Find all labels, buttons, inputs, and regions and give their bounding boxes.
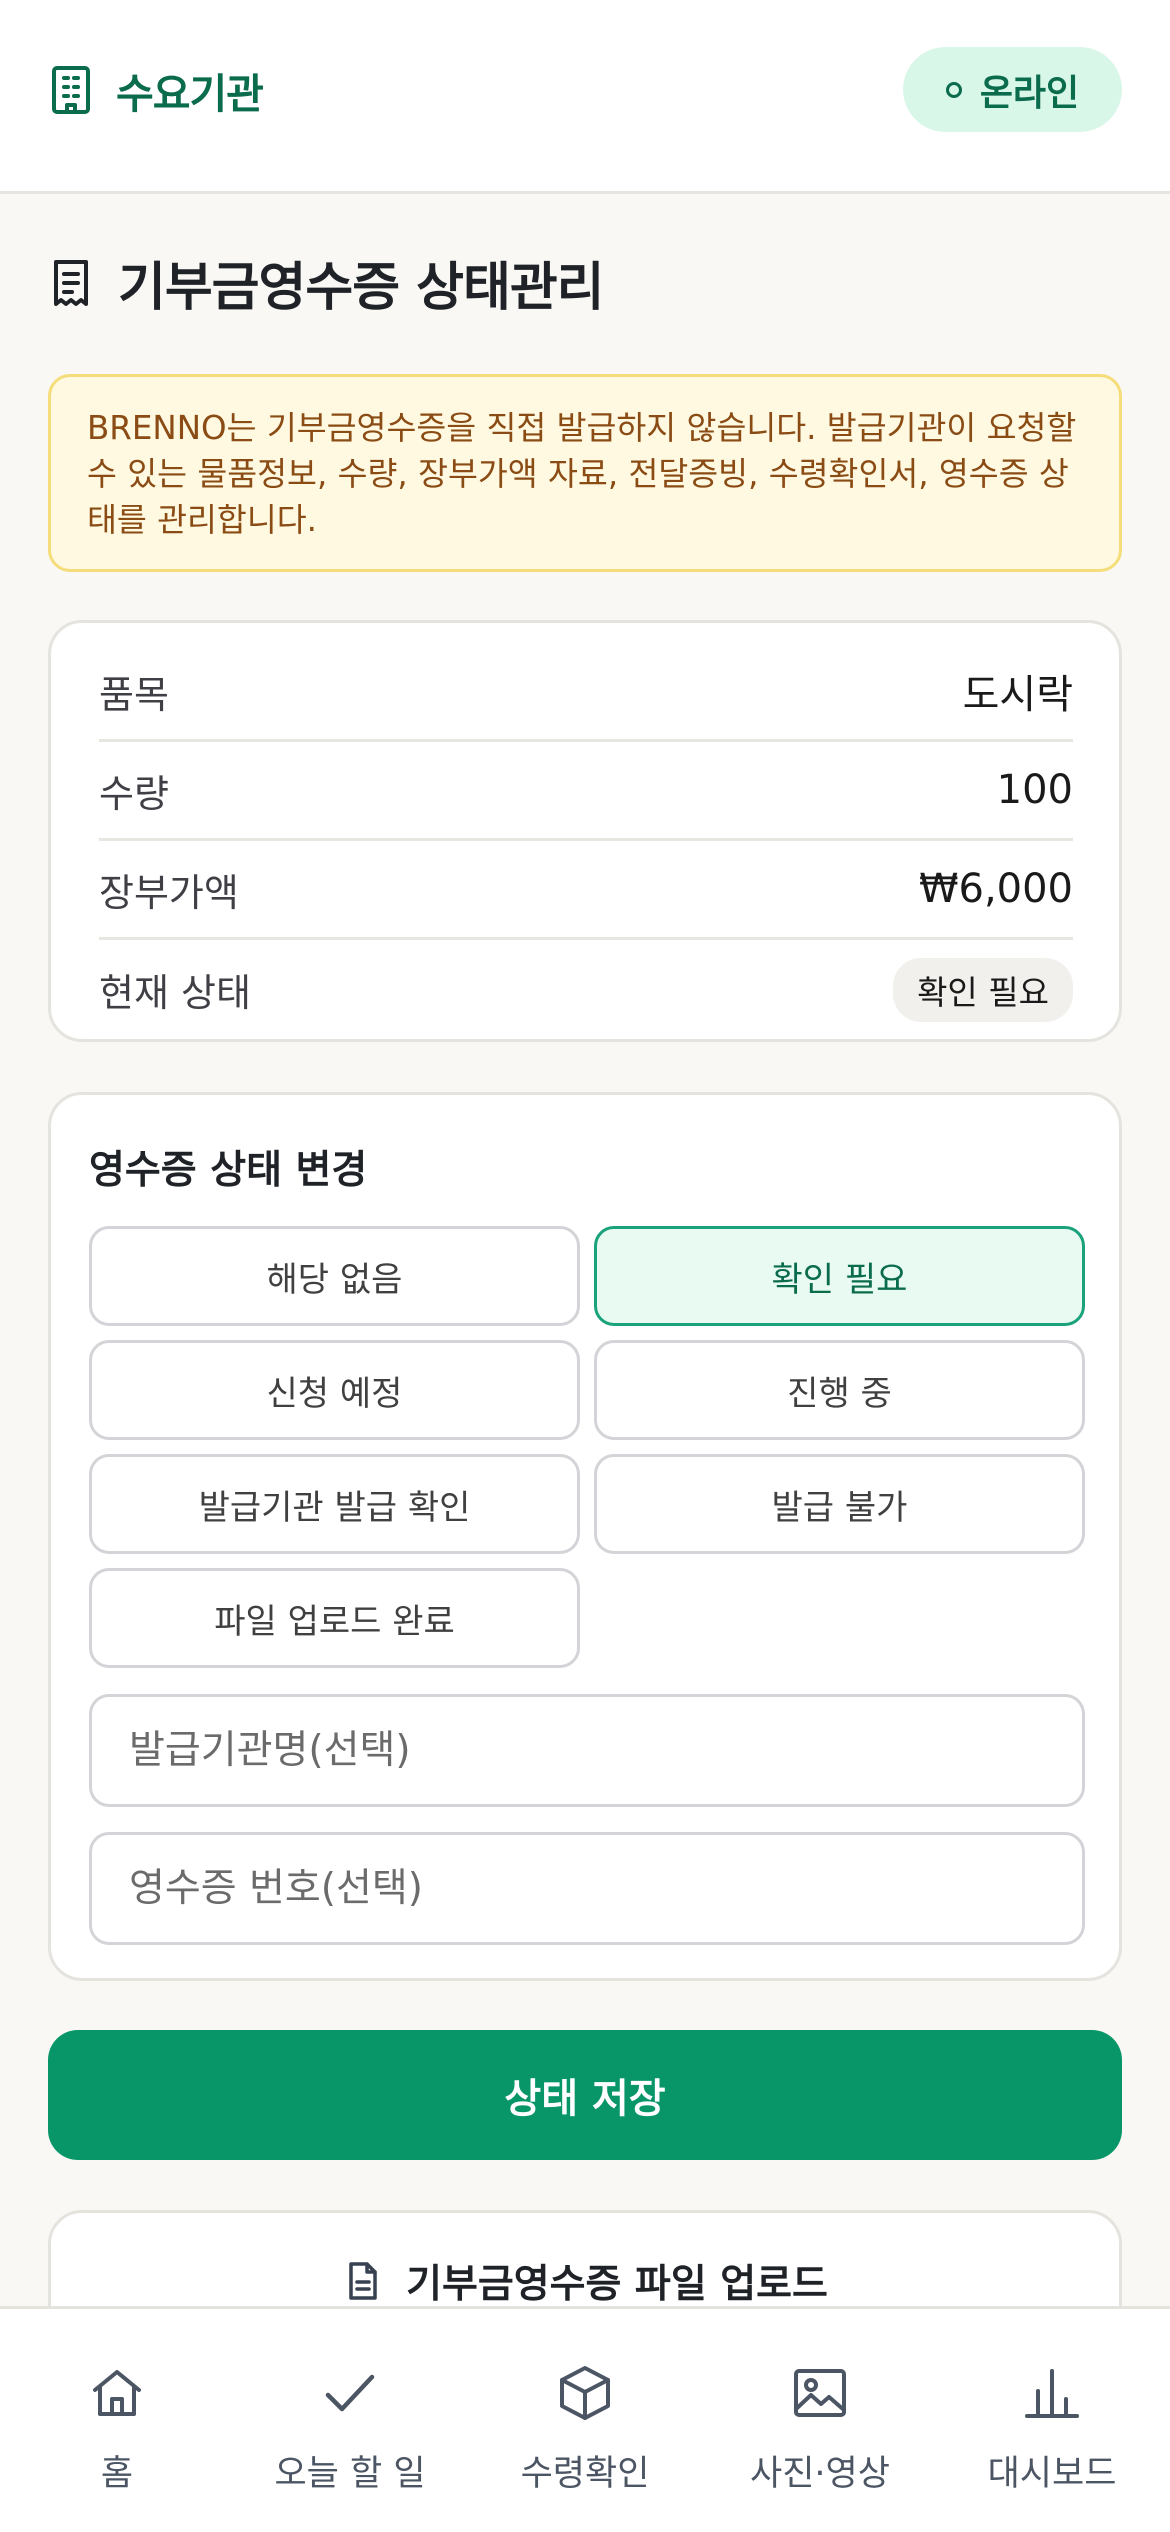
nav-label: 홈: [100, 2454, 134, 2494]
info-label: 현재 상태: [99, 971, 251, 1015]
status-option-cannot-issue[interactable]: 발급 불가: [594, 1454, 1085, 1554]
status-option-issuer-confirmed[interactable]: 발급기관 발급 확인: [89, 1454, 580, 1554]
nav-item-dashboard[interactable]: 대시보드: [952, 2309, 1152, 2509]
online-label: 온라인: [979, 72, 1080, 114]
nav-label: 대시보드: [987, 2454, 1117, 2494]
check-icon: [320, 2309, 380, 2423]
nav-label: 수령확인: [520, 2454, 650, 2494]
status-option-not-applicable[interactable]: 해당 없음: [89, 1226, 580, 1326]
upload-title: 기부금영수증 파일 업로드: [406, 2262, 828, 2307]
building-icon: [50, 64, 92, 116]
info-row-item: 품목 도시락: [99, 643, 1073, 742]
nav-label: 사진·영상: [750, 2454, 890, 2494]
page: 수요기관 온라인 기부금영수증 상태관리 BRENNO는 기부금영수증을 직접 …: [0, 0, 1170, 2532]
file-icon: [348, 2261, 378, 2301]
bottom-nav: 홈 오늘 할 일 수령확인 사진·영상 대시보드: [0, 2306, 1170, 2532]
image-icon: [790, 2309, 850, 2423]
info-row-current-status: 현재 상태 확인 필요: [99, 940, 1073, 1039]
online-status-badge: 온라인: [903, 47, 1122, 132]
nav-item-home[interactable]: 홈: [57, 2309, 177, 2509]
notice-box: BRENNO는 기부금영수증을 직접 발급하지 않습니다. 발급기관이 요청할 …: [48, 374, 1122, 572]
chart-icon: [1022, 2309, 1082, 2423]
info-label: 품목: [99, 672, 169, 717]
save-status-button[interactable]: 상태 저장: [48, 2030, 1122, 2160]
info-value: 100: [996, 767, 1073, 813]
nav-label: 오늘 할 일: [274, 2454, 426, 2494]
status-option-file-uploaded[interactable]: 파일 업로드 완료: [89, 1568, 580, 1668]
issuer-name-input[interactable]: [89, 1694, 1085, 1807]
status-badge: 확인 필요: [893, 957, 1073, 1022]
home-icon: [87, 2309, 147, 2423]
info-value: ₩6,000: [918, 866, 1073, 912]
nav-item-today-tasks[interactable]: 오늘 할 일: [250, 2309, 450, 2509]
box-icon: [555, 2309, 615, 2423]
info-label: 수량: [99, 771, 169, 816]
receipt-number-input[interactable]: [89, 1832, 1085, 1945]
status-option-needs-confirmation[interactable]: 확인 필요: [594, 1226, 1085, 1326]
status-option-planned[interactable]: 신청 예정: [89, 1340, 580, 1440]
section-title: 영수증 상태 변경: [89, 1148, 368, 1193]
status-change-card: 영수증 상태 변경 해당 없음 확인 필요 신청 예정 진행 중 발급기관 발급…: [48, 1092, 1122, 1981]
org-name: 수요기관: [116, 70, 264, 118]
nav-item-photo-video[interactable]: 사진·영상: [720, 2309, 920, 2509]
status-dot-icon: [945, 81, 962, 98]
app-header: 수요기관 온라인: [0, 0, 1170, 194]
upload-header: 기부금영수증 파일 업로드: [51, 2253, 1125, 2309]
org-indicator: 수요기관: [50, 60, 264, 120]
info-label: 장부가액: [99, 870, 239, 915]
info-row-book-value: 장부가액 ₩6,000: [99, 841, 1073, 940]
receipt-icon: [52, 258, 90, 308]
page-title: 기부금영수증 상태관리: [118, 258, 605, 318]
page-title-row: 기부금영수증 상태관리: [52, 245, 605, 320]
status-option-in-progress[interactable]: 진행 중: [594, 1340, 1085, 1440]
info-value: 도시락: [962, 672, 1073, 718]
info-row-quantity: 수량 100: [99, 742, 1073, 841]
nav-item-receipt-confirm[interactable]: 수령확인: [485, 2309, 685, 2509]
item-info-card: 품목 도시락 수량 100 장부가액 ₩6,000 현재 상태 확인 필요: [48, 620, 1122, 1042]
